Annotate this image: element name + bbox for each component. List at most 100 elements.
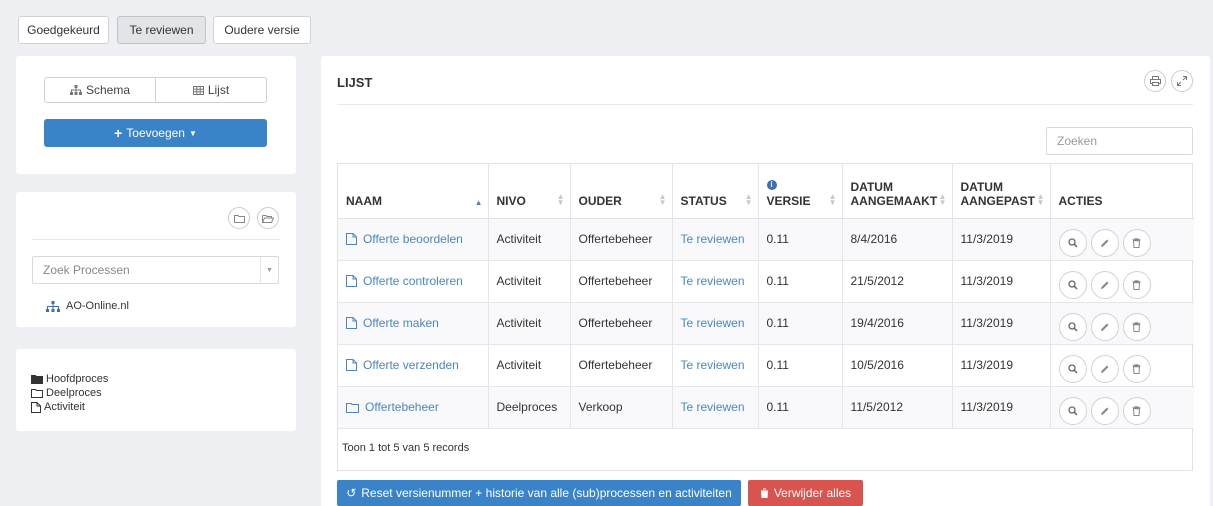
collapse-folder-button[interactable] <box>228 207 250 229</box>
schema-toggle[interactable]: Schema <box>44 77 156 103</box>
sort-icon: ▲ ▼ <box>556 191 565 207</box>
cell-naam: Offerte verzenden <box>338 344 489 387</box>
row-name-text: Offerte controleren <box>363 274 463 288</box>
status-link[interactable]: Te reviewen <box>681 358 745 372</box>
view-button[interactable] <box>1058 229 1087 257</box>
row-name-link[interactable]: Offerte beoordelen <box>346 232 480 246</box>
edit-button[interactable] <box>1090 229 1119 257</box>
cell-datum-aangepast: 11/3/2019 <box>952 302 1051 345</box>
cell-nivo: Deelproces <box>488 386 571 429</box>
col-label: DATUM AANGEPAST <box>960 179 1035 208</box>
reset-version-button[interactable]: ↺ Reset versienummer + historie van alle… <box>337 480 741 506</box>
view-button[interactable] <box>1058 271 1087 299</box>
row-name-link[interactable]: Offertebeheer <box>346 400 480 414</box>
col-nivo[interactable]: NIVO ▲ ▼ <box>488 164 571 219</box>
cell-versie: 0.11 <box>758 386 843 429</box>
cell-versie: 0.11 <box>758 218 843 261</box>
delete-button[interactable] <box>1122 397 1151 425</box>
row-name-text: Offerte verzenden <box>363 358 459 372</box>
folder-filled-icon <box>31 375 43 384</box>
cell-datum-aangepast: 11/3/2019 <box>952 218 1051 261</box>
legend-label: Activiteit <box>44 401 85 413</box>
view-button[interactable] <box>1058 313 1087 341</box>
col-label: VERSIE <box>766 193 811 208</box>
status-link[interactable]: Te reviewen <box>681 316 745 330</box>
row-name-text: Offertebeheer <box>365 400 439 414</box>
legend-label: Deelproces <box>46 387 102 399</box>
cell-acties <box>1050 344 1194 387</box>
cell-naam: Offerte controleren <box>338 260 489 303</box>
cell-nivo: Activiteit <box>488 218 571 261</box>
delete-all-label: Verwijder alles <box>773 486 852 500</box>
reset-label: Reset versienummer + historie van alle (… <box>361 486 732 500</box>
table-search-input[interactable]: Zoeken <box>1046 127 1193 155</box>
col-status[interactable]: STATUS ▲ ▼ <box>672 164 759 219</box>
sort-icon: ▲ ▼ <box>1036 191 1045 207</box>
col-datum-aangepast[interactable]: DATUM AANGEPAST ▲ ▼ <box>952 164 1051 219</box>
edit-button[interactable] <box>1090 271 1119 299</box>
cell-versie: 0.11 <box>758 260 843 303</box>
status-link[interactable]: Te reviewen <box>681 274 745 288</box>
cell-nivo: Activiteit <box>488 302 571 345</box>
table-row: Offerte beoordelen Activiteit Offertebeh… <box>338 218 1194 261</box>
select-placeholder: Zoek Processen <box>43 263 130 277</box>
delete-button[interactable] <box>1122 313 1151 341</box>
pencil-icon <box>1100 323 1108 331</box>
folder-outline-icon <box>31 389 43 398</box>
tab-oudere-versie[interactable]: Oudere versie <box>213 16 311 44</box>
search-icon <box>1067 322 1078 332</box>
edit-button[interactable] <box>1090 313 1119 341</box>
delete-button[interactable] <box>1122 229 1151 257</box>
add-button[interactable]: + Toevoegen ▼ <box>44 119 267 147</box>
fullscreen-button[interactable] <box>1171 70 1193 92</box>
info-icon[interactable]: i <box>766 179 777 190</box>
cell-ouder: Offertebeheer <box>570 344 673 387</box>
col-datum-aangemaakt[interactable]: DATUM AANGEMAAKT ▲ ▼ <box>842 164 953 219</box>
print-button[interactable] <box>1144 70 1166 92</box>
col-naam[interactable]: NAAM ▲ <box>338 164 489 219</box>
col-label: ACTIES <box>1058 193 1103 208</box>
delete-all-button[interactable]: Verwijder alles <box>748 480 863 506</box>
cell-ouder: Verkoop <box>570 386 673 429</box>
expand-icon <box>1177 76 1187 86</box>
expand-folder-button[interactable] <box>257 207 279 229</box>
lijst-toggle[interactable]: Lijst <box>155 77 267 103</box>
col-versie[interactable]: i VERSIE ▲ ▼ <box>758 164 843 219</box>
cell-nivo: Activiteit <box>488 260 571 303</box>
view-button[interactable] <box>1058 355 1087 383</box>
row-name-link[interactable]: Offerte maken <box>346 316 480 330</box>
table-footer-info: Toon 1 tot 5 van 5 records <box>342 442 470 454</box>
cell-naam: Offerte beoordelen <box>338 218 489 261</box>
view-button[interactable] <box>1058 397 1087 425</box>
trash-icon <box>1132 238 1141 248</box>
delete-button[interactable] <box>1122 355 1151 383</box>
cell-acties <box>1050 386 1194 429</box>
process-search-select[interactable]: Zoek Processen ▼ <box>32 256 279 284</box>
sort-icon: ▲ ▼ <box>744 191 753 207</box>
cell-status: Te reviewen <box>672 344 759 387</box>
cell-ouder: Offertebeheer <box>570 302 673 345</box>
file-icon <box>346 359 357 371</box>
row-name-link[interactable]: Offerte controleren <box>346 274 480 288</box>
cell-versie: 0.11 <box>758 344 843 387</box>
edit-button[interactable] <box>1090 397 1119 425</box>
pencil-icon <box>1100 365 1108 373</box>
delete-button[interactable] <box>1122 271 1151 299</box>
edit-button[interactable] <box>1090 355 1119 383</box>
cell-versie: 0.11 <box>758 302 843 345</box>
cell-naam: Offerte maken <box>338 302 489 345</box>
row-name-link[interactable]: Offerte verzenden <box>346 358 480 372</box>
status-link[interactable]: Te reviewen <box>681 232 745 246</box>
sort-icon: ▲ ▼ <box>658 191 667 207</box>
tab-te-reviewen[interactable]: Te reviewen <box>117 16 206 44</box>
cell-ouder: Offertebeheer <box>570 218 673 261</box>
col-ouder[interactable]: OUDER ▲ ▼ <box>570 164 673 219</box>
history-icon: ↺ <box>346 486 357 500</box>
tab-goedgekeurd[interactable]: Goedgekeurd <box>18 16 109 44</box>
legend-label: Hoofdproces <box>46 373 109 385</box>
page-title: LIJST <box>337 75 373 90</box>
status-link[interactable]: Te reviewen <box>681 400 745 414</box>
folder-outline-icon <box>346 402 359 413</box>
tree-root-item[interactable]: AO-Online.nl <box>46 300 129 312</box>
cell-status: Te reviewen <box>672 302 759 345</box>
